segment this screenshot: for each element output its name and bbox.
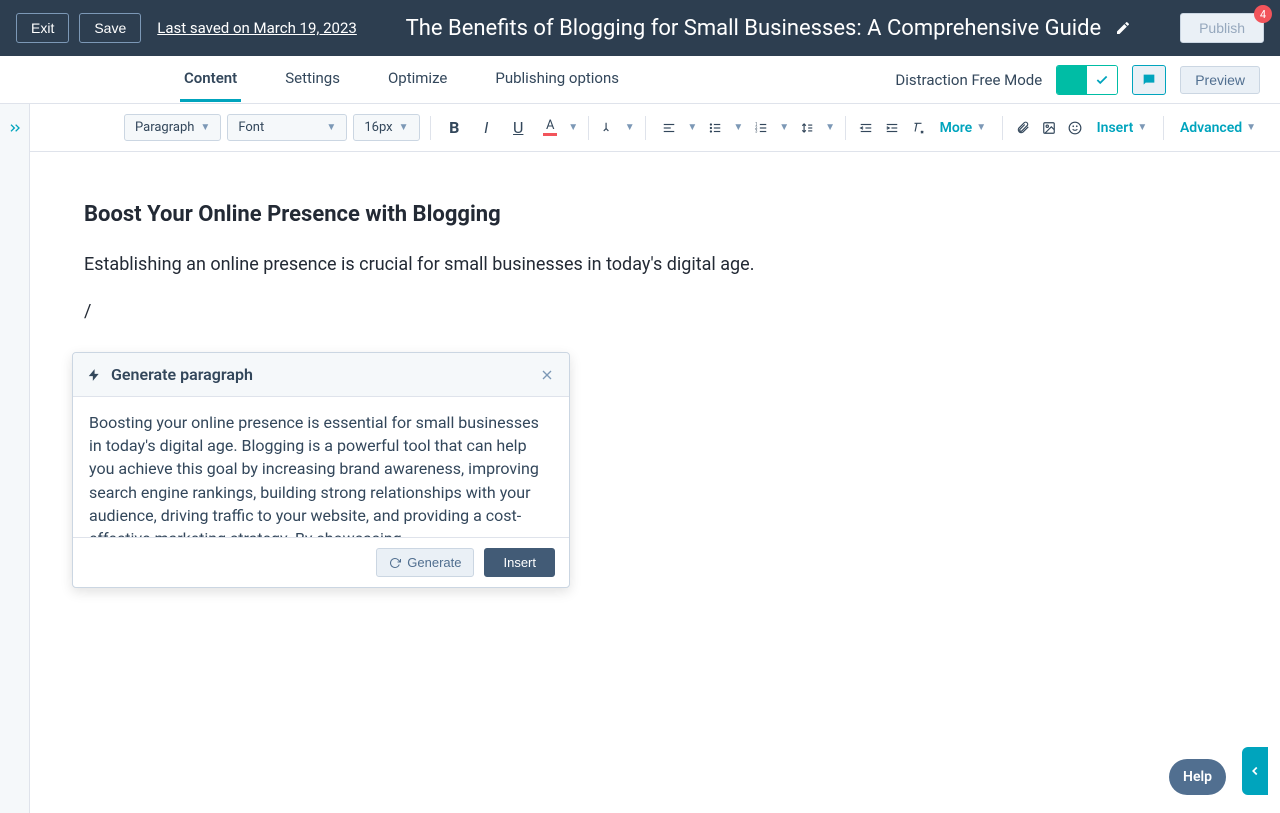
svg-text:3: 3 (755, 128, 758, 133)
more-label: More (940, 120, 973, 136)
advanced-label: Advanced (1180, 120, 1242, 136)
editor-heading[interactable]: Boost Your Online Presence with Blogging (84, 202, 1230, 227)
highlight-button[interactable] (599, 114, 619, 142)
tab-content[interactable]: Content (180, 57, 241, 102)
chevron-down-icon: ▼ (399, 122, 409, 133)
side-panel-toggle[interactable] (1242, 747, 1268, 795)
post-title: The Benefits of Blogging for Small Busin… (406, 16, 1102, 41)
font-label: Font (238, 120, 264, 135)
chevron-down-icon[interactable]: ▼ (733, 122, 743, 133)
regenerate-button[interactable]: Generate (376, 548, 474, 577)
paragraph-dropdown[interactable]: Paragraph ▼ (124, 114, 221, 141)
tabs: Content Settings Optimize Publishing opt… (180, 57, 623, 102)
toolbar-right: Advanced ▼ (1174, 116, 1262, 140)
separator (1002, 116, 1003, 140)
align-list-group: ▼ ▼ 123 ▼ ▼ (655, 114, 835, 142)
bullet-list-button[interactable] (701, 114, 729, 142)
tab-settings[interactable]: Settings (281, 57, 344, 102)
chevron-down-icon: ▼ (1246, 122, 1256, 133)
publish-wrap: Publish 4 (1180, 13, 1264, 43)
size-dropdown[interactable]: 16px ▼ (353, 114, 419, 141)
toggle-on[interactable] (1057, 66, 1087, 94)
text-color-button[interactable]: A (536, 114, 564, 142)
tab-optimize[interactable]: Optimize (384, 57, 451, 102)
paragraph-label: Paragraph (135, 120, 194, 135)
chevron-down-icon[interactable]: ▼ (625, 122, 635, 133)
generate-popup-header: Generate paragraph (73, 353, 569, 397)
chevron-down-icon[interactable]: ▼ (568, 122, 578, 133)
distraction-free-label: Distraction Free Mode (895, 71, 1042, 89)
text-style-group: B I U A ▼ (440, 114, 578, 142)
generate-popup-footer: Generate Insert (73, 537, 569, 587)
chevron-down-icon: ▼ (326, 122, 336, 133)
last-saved-link[interactable]: Last saved on March 19, 2023 (157, 19, 357, 37)
align-button[interactable] (655, 114, 683, 142)
insert-label: Insert (1097, 120, 1134, 136)
exit-button[interactable]: Exit (16, 13, 69, 43)
distraction-free-toggle[interactable] (1056, 65, 1118, 95)
editor-paragraph[interactable]: Establishing an online presence is cruci… (84, 251, 1230, 278)
save-button[interactable]: Save (79, 13, 141, 43)
separator (430, 116, 431, 140)
emoji-button[interactable] (1065, 114, 1085, 142)
indent-button[interactable] (882, 114, 902, 142)
toggle-off-check-icon[interactable] (1087, 66, 1117, 94)
italic-button[interactable]: I (472, 114, 500, 142)
clear-format-button[interactable] (908, 114, 928, 142)
separator (645, 116, 646, 140)
chevron-down-icon: ▼ (200, 122, 210, 133)
publish-badge: 4 (1254, 5, 1272, 23)
post-title-wrap: The Benefits of Blogging for Small Busin… (357, 16, 1180, 41)
lightning-icon (87, 368, 101, 382)
toolbar: Paragraph ▼ Font ▼ 16px ▼ B I U A ▼ ▼ ▼ ▼ 1… (0, 104, 1280, 152)
expand-sidebar-icon[interactable] (0, 104, 30, 152)
editor[interactable]: Boost Your Online Presence with Blogging… (30, 152, 1280, 813)
bold-button[interactable]: B (440, 114, 468, 142)
comments-button[interactable] (1132, 65, 1166, 95)
insert-dropdown[interactable]: Insert ▼ (1091, 116, 1154, 140)
line-height-button[interactable] (793, 114, 821, 142)
sub-nav: Content Settings Optimize Publishing opt… (0, 56, 1280, 104)
tab-publishing[interactable]: Publishing options (491, 57, 623, 102)
separator (1163, 116, 1164, 140)
editor-wrap: Boost Your Online Presence with Blogging… (0, 152, 1280, 813)
attachment-button[interactable] (1013, 114, 1033, 142)
chevron-down-icon[interactable]: ▼ (779, 122, 789, 133)
chevron-down-icon: ▼ (1137, 122, 1147, 133)
chevron-down-icon[interactable]: ▼ (825, 122, 835, 133)
preview-button[interactable]: Preview (1180, 66, 1260, 94)
more-dropdown[interactable]: More ▼ (934, 116, 993, 140)
separator (845, 116, 846, 140)
chevron-down-icon: ▼ (976, 122, 986, 133)
size-label: 16px (364, 120, 392, 135)
font-dropdown[interactable]: Font ▼ (227, 114, 347, 141)
publish-button[interactable]: Publish (1180, 13, 1264, 43)
regenerate-label: Generate (407, 555, 461, 570)
edit-icon[interactable] (1115, 20, 1131, 36)
chevron-down-icon[interactable]: ▼ (687, 122, 697, 133)
left-gutter (0, 152, 30, 813)
numbered-list-button[interactable]: 123 (747, 114, 775, 142)
help-button[interactable]: Help (1169, 759, 1226, 795)
insert-button[interactable]: Insert (484, 548, 555, 577)
generate-popup: Generate paragraph Boosting your online … (72, 352, 570, 588)
generate-popup-body: Boosting your online presence is essenti… (73, 397, 569, 537)
close-icon[interactable] (539, 367, 555, 383)
outdent-button[interactable] (856, 114, 876, 142)
slash-command[interactable]: / (84, 298, 1230, 325)
sub-right: Distraction Free Mode Preview (895, 65, 1260, 95)
advanced-dropdown[interactable]: Advanced ▼ (1174, 116, 1262, 140)
top-header: Exit Save Last saved on March 19, 2023 T… (0, 0, 1280, 56)
generate-popup-title: Generate paragraph (111, 365, 529, 384)
underline-button[interactable]: U (504, 114, 532, 142)
separator (588, 116, 589, 140)
image-button[interactable] (1039, 114, 1059, 142)
